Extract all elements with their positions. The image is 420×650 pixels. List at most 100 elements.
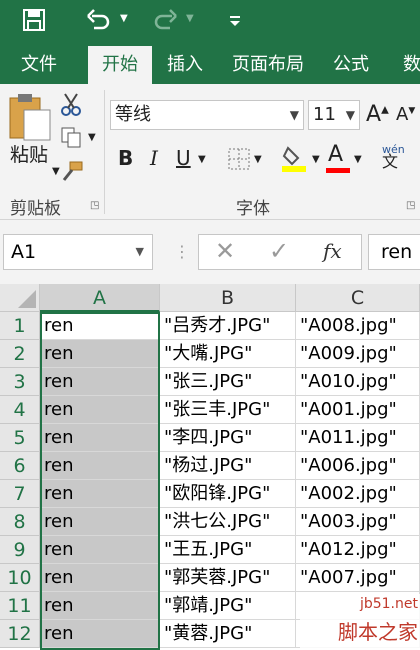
clipboard-launcher-icon[interactable]: ◳	[90, 200, 99, 211]
font-color-icon[interactable]: A	[328, 142, 343, 167]
redo-icon[interactable]	[152, 8, 178, 32]
save-icon[interactable]	[22, 8, 46, 32]
row-header[interactable]: 6	[0, 452, 40, 480]
cell-c[interactable]: "A003.jpg"	[296, 508, 420, 536]
cell-b[interactable]: "吕秀才.JPG"	[160, 312, 296, 340]
paste-dropdown-icon[interactable]: ▼	[52, 166, 60, 177]
underline-dropdown-icon[interactable]: ▼	[198, 154, 206, 165]
bold-button[interactable]: B	[118, 146, 133, 170]
cell-a[interactable]: ren	[40, 312, 160, 340]
cell-c[interactable]: "A007.jpg"	[296, 564, 420, 592]
cancel-icon[interactable]: ✕	[215, 237, 235, 265]
cell-c[interactable]: "A001.jpg"	[296, 396, 420, 424]
tab-formulas[interactable]: 公式	[324, 46, 378, 84]
cell-b[interactable]: "郭芙蓉.JPG"	[160, 564, 296, 592]
select-all-button[interactable]	[0, 284, 40, 312]
group-divider	[104, 90, 105, 214]
row-header[interactable]: 12	[0, 620, 40, 648]
row-header[interactable]: 4	[0, 396, 40, 424]
row-header[interactable]: 8	[0, 508, 40, 536]
format-painter-icon[interactable]	[60, 160, 84, 182]
column-header-a[interactable]: A	[40, 284, 160, 312]
cell-a[interactable]: ren	[40, 368, 160, 396]
increase-font-size-icon[interactable]: A▲	[366, 102, 389, 127]
font-color-dropdown-icon[interactable]: ▼	[354, 154, 362, 165]
watermark-site: jb51.net	[359, 596, 418, 612]
row-header[interactable]: 11	[0, 592, 40, 620]
cell-a[interactable]: ren	[40, 592, 160, 620]
customize-icon[interactable]	[228, 14, 242, 28]
undo-icon[interactable]	[86, 8, 112, 32]
formula-input[interactable]: ren	[368, 234, 420, 270]
cell-c[interactable]: "A006.jpg"	[296, 452, 420, 480]
tab-file[interactable]: 文件	[8, 46, 70, 84]
tab-data[interactable]: 数	[392, 46, 420, 84]
row-header[interactable]: 7	[0, 480, 40, 508]
cell-a[interactable]: ren	[40, 620, 160, 648]
tab-page-layout[interactable]: 页面布局	[222, 46, 314, 84]
copy-dropdown-icon[interactable]: ▼	[88, 132, 96, 143]
cell-b[interactable]: "张三.JPG"	[160, 368, 296, 396]
paste-button[interactable]: 粘贴	[10, 140, 48, 167]
cell-b[interactable]: "张三丰.JPG"	[160, 396, 296, 424]
cell-c[interactable]: "A012.jpg"	[296, 536, 420, 564]
row-header[interactable]: 9	[0, 536, 40, 564]
cell-a[interactable]: ren	[40, 424, 160, 452]
font-size-combo[interactable]: 11 ▼	[308, 100, 360, 130]
cell-b[interactable]: "郭靖.JPG"	[160, 592, 296, 620]
cell-a[interactable]: ren	[40, 564, 160, 592]
enter-icon[interactable]: ✓	[269, 237, 289, 265]
cell-c[interactable]: "A002.jpg"	[296, 480, 420, 508]
cell-b[interactable]: "欧阳锋.JPG"	[160, 480, 296, 508]
cell-a[interactable]: ren	[40, 508, 160, 536]
fill-color-icon[interactable]	[282, 144, 308, 172]
tab-home[interactable]: 开始	[88, 46, 152, 84]
column-header-b[interactable]: B	[160, 284, 296, 312]
font-launcher-icon[interactable]: ◳	[406, 200, 415, 211]
chevron-down-icon[interactable]: ▼	[346, 101, 355, 129]
cell-a[interactable]: ren	[40, 340, 160, 368]
watermark: jb51.net 脚本之家	[300, 594, 420, 650]
italic-button[interactable]: I	[150, 146, 158, 170]
cut-icon[interactable]	[60, 92, 82, 116]
insert-function-icon[interactable]: fx	[323, 239, 342, 263]
row-header[interactable]: 2	[0, 340, 40, 368]
row-header[interactable]: 10	[0, 564, 40, 592]
paste-icon[interactable]	[8, 92, 54, 142]
cell-b[interactable]: "黄蓉.JPG"	[160, 620, 296, 648]
cell-a[interactable]: ren	[40, 536, 160, 564]
phonetic-button[interactable]: wén 文	[382, 144, 405, 170]
borders-dropdown-icon[interactable]: ▼	[254, 154, 262, 165]
font-name-combo[interactable]: 等线 ▼	[110, 100, 304, 130]
row-header[interactable]: 1	[0, 312, 40, 340]
chevron-down-icon[interactable]: ▼	[290, 101, 299, 129]
tab-insert[interactable]: 插入	[158, 46, 212, 84]
borders-icon[interactable]	[228, 148, 250, 170]
cell-c[interactable]: "A010.jpg"	[296, 368, 420, 396]
fill-color-dropdown-icon[interactable]: ▼	[312, 154, 320, 165]
chevron-down-icon[interactable]: ▼	[136, 235, 144, 269]
formula-buttons: ✕ ✓ fx	[198, 234, 362, 270]
cell-a[interactable]: ren	[40, 452, 160, 480]
column-header-c[interactable]: C	[296, 284, 420, 312]
cell-a[interactable]: ren	[40, 396, 160, 424]
decrease-font-size-icon[interactable]: A▼	[396, 104, 415, 125]
cell-b[interactable]: "李四.JPG"	[160, 424, 296, 452]
cell-c[interactable]: "A008.jpg"	[296, 312, 420, 340]
cell-c[interactable]: "A009.jpg"	[296, 340, 420, 368]
cell-b[interactable]: "王五.JPG"	[160, 536, 296, 564]
copy-icon[interactable]	[60, 126, 82, 148]
underline-button[interactable]: U	[176, 146, 191, 170]
cell-a[interactable]: ren	[40, 480, 160, 508]
row-header[interactable]: 3	[0, 368, 40, 396]
splitter-icon[interactable]: ⋮	[174, 242, 190, 261]
watermark-name: 脚本之家	[338, 620, 418, 644]
name-box[interactable]: A1 ▼	[3, 234, 153, 270]
row-header[interactable]: 5	[0, 424, 40, 452]
cell-b[interactable]: "大嘴.JPG"	[160, 340, 296, 368]
cell-c[interactable]: "A011.jpg"	[296, 424, 420, 452]
cell-b[interactable]: "杨过.JPG"	[160, 452, 296, 480]
undo-dropdown-icon[interactable]: ▼	[120, 13, 128, 24]
cell-b[interactable]: "洪七公.JPG"	[160, 508, 296, 536]
redo-dropdown-icon[interactable]: ▼	[186, 13, 194, 24]
